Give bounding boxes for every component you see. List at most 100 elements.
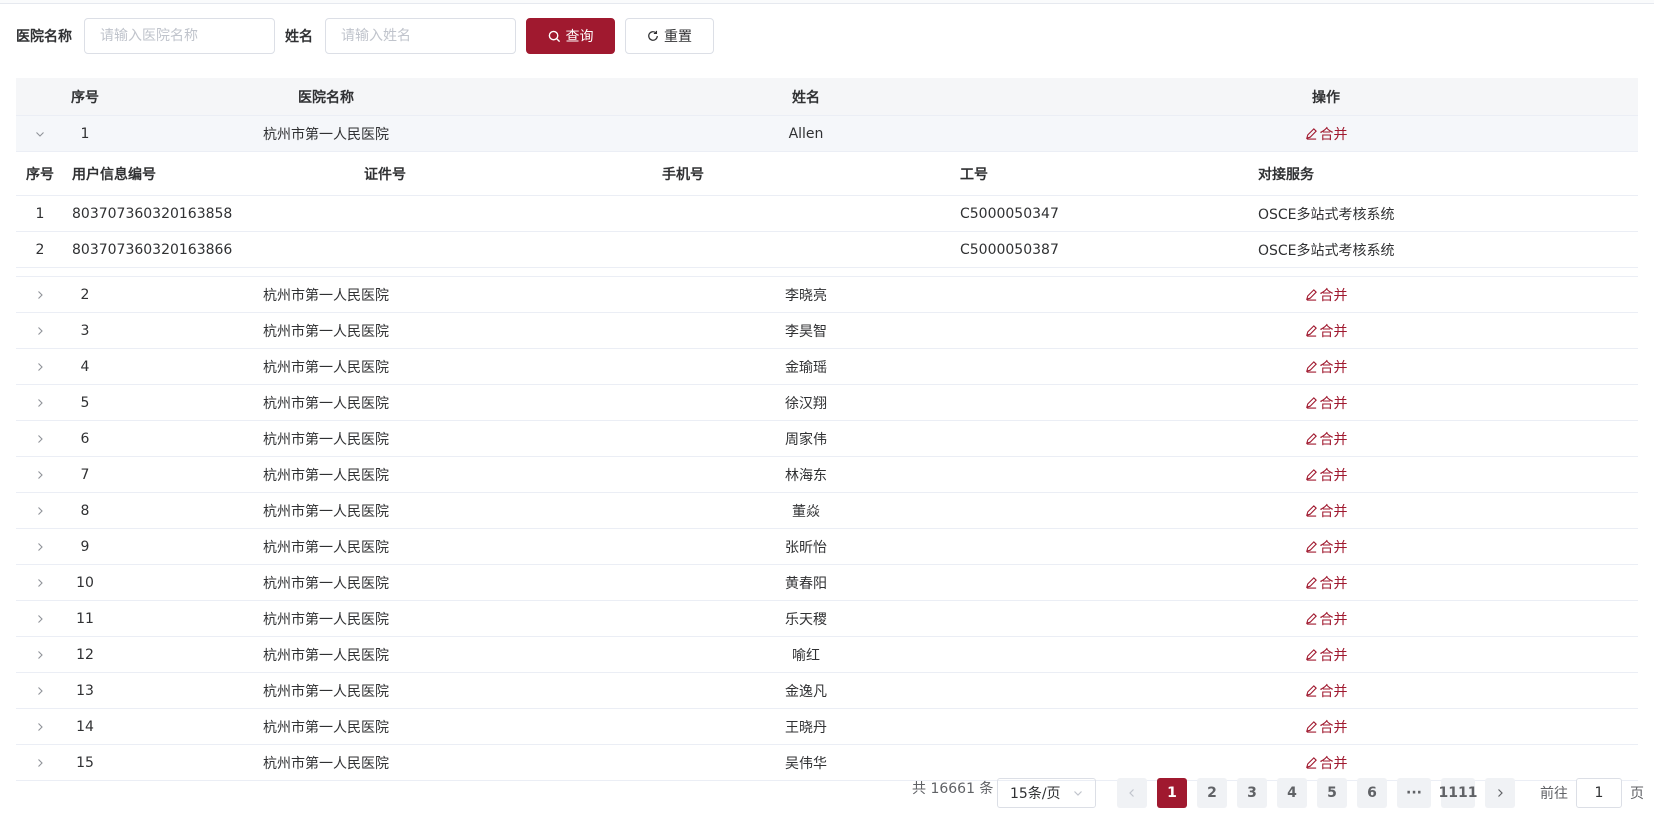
hospital-user-table: 序号 医院名称 姓名 操作 1 杭州市第一人民医院 Allen 合并 序号 用户信息编号证… — [16, 78, 1638, 781]
row-hospital: 杭州市第一人民医院 — [263, 503, 389, 520]
row-name: 周家伟 — [785, 431, 827, 448]
chevron-right-icon — [38, 398, 43, 407]
merge-label: 合并 — [1319, 467, 1348, 484]
table-row: 14 杭州市第一人民医院 王晓丹 合并 — [16, 709, 1638, 745]
merge-label: 合并 — [1319, 359, 1348, 376]
expand-toggle[interactable] — [16, 650, 64, 660]
detail-header-service: 对接服务 — [1258, 166, 1314, 183]
table-body: 1 杭州市第一人民医院 Allen 合并 序号 用户信息编号 证件号 手机号 工号 对接服务 1 80… — [16, 116, 1638, 781]
merge-link[interactable]: 合并 — [1305, 573, 1348, 593]
action-header: 操作 — [1312, 89, 1340, 106]
name-input[interactable] — [325, 18, 516, 54]
chevron-right-icon — [38, 470, 43, 479]
row-action: 合并 — [1066, 357, 1586, 377]
prev-page-button[interactable] — [1117, 778, 1147, 808]
row-index: 7 — [80, 466, 90, 483]
table-row: 11 杭州市第一人民医院 乐天稷 合并 — [16, 601, 1638, 637]
merge-label: 合并 — [1319, 323, 1348, 340]
table-row: 1 杭州市第一人民医院 Allen 合并 — [16, 116, 1638, 152]
detail-user-id: 803707360320163866 — [72, 241, 233, 258]
edit-icon — [1305, 541, 1317, 553]
index-header: 序号 — [71, 89, 99, 106]
row-action: 合并 — [1066, 393, 1586, 413]
hospital-input[interactable] — [84, 18, 275, 54]
chevron-right-icon — [38, 578, 43, 587]
merge-link[interactable]: 合并 — [1305, 124, 1348, 144]
edit-icon — [1305, 577, 1317, 589]
next-page-button[interactable] — [1485, 778, 1515, 808]
expand-toggle[interactable] — [16, 398, 64, 408]
expand-toggle[interactable] — [16, 434, 64, 444]
expand-toggle[interactable] — [16, 578, 64, 588]
page-button[interactable]: 1 — [1157, 778, 1187, 808]
edit-icon — [1305, 361, 1317, 373]
merge-link[interactable]: 合并 — [1305, 717, 1348, 737]
merge-link[interactable]: 合并 — [1305, 357, 1348, 377]
expand-toggle[interactable] — [16, 758, 64, 768]
merge-label: 合并 — [1319, 431, 1348, 448]
merge-label: 合并 — [1319, 503, 1348, 520]
page-size-select[interactable]: 15条/页 — [997, 778, 1096, 808]
merge-link[interactable]: 合并 — [1305, 285, 1348, 305]
detail-service: OSCE多站式考核系统 — [1258, 206, 1395, 223]
edit-icon — [1305, 757, 1317, 769]
row-action: 合并 — [1066, 681, 1586, 701]
row-hospital: 杭州市第一人民医院 — [263, 647, 389, 664]
page-button[interactable]: 5 — [1317, 778, 1347, 808]
detail-header: 序号 用户信息编号 证件号 手机号 工号 对接服务 — [16, 152, 1638, 196]
expand-toggle[interactable] — [16, 686, 64, 696]
merge-link[interactable]: 合并 — [1305, 321, 1348, 341]
expand-toggle[interactable] — [16, 506, 64, 516]
reset-label: 重置 — [664, 29, 692, 45]
merge-link[interactable]: 合并 — [1305, 465, 1348, 485]
last-page-button[interactable]: 1111 — [1439, 778, 1477, 808]
detail-work-id: C5000050347 — [960, 205, 1059, 222]
expand-toggle[interactable] — [16, 326, 64, 336]
expand-toggle[interactable] — [16, 614, 64, 624]
table-row: 5 杭州市第一人民医院 徐汉翔 合并 — [16, 385, 1638, 421]
row-name: 喻红 — [792, 647, 820, 664]
row-name: Allen — [788, 125, 824, 142]
table-row: 9 杭州市第一人民医院 张昕怡 合并 — [16, 529, 1638, 565]
row-index: 11 — [76, 610, 94, 627]
expand-toggle[interactable] — [16, 722, 64, 732]
row-hospital: 杭州市第一人民医院 — [263, 683, 389, 700]
edit-icon — [1305, 505, 1317, 517]
detail-header-cert: 证件号 — [364, 166, 406, 183]
merge-link[interactable]: 合并 — [1305, 501, 1348, 521]
page-button[interactable]: 4 — [1277, 778, 1307, 808]
row-index: 1 — [80, 125, 90, 142]
merge-link[interactable]: 合并 — [1305, 753, 1348, 773]
edit-icon — [1305, 685, 1317, 697]
page-suffix: 页 — [1630, 786, 1644, 802]
row-hospital: 杭州市第一人民医院 — [263, 539, 389, 556]
merge-link[interactable]: 合并 — [1305, 429, 1348, 449]
goto-input[interactable] — [1576, 778, 1622, 808]
edit-icon — [1305, 289, 1317, 301]
page-button[interactable]: 6 — [1357, 778, 1387, 808]
page-button[interactable]: 2 — [1197, 778, 1227, 808]
merge-link[interactable]: 合并 — [1305, 681, 1348, 701]
row-name: 金逸凡 — [785, 683, 827, 700]
expand-toggle[interactable] — [16, 542, 64, 552]
row-index: 2 — [80, 286, 90, 303]
query-button[interactable]: 查询 — [526, 18, 615, 54]
expand-toggle[interactable] — [16, 470, 64, 480]
merge-link[interactable]: 合并 — [1305, 645, 1348, 665]
detail-header-index: 序号 — [26, 166, 54, 183]
edit-icon — [1305, 325, 1317, 337]
page-button[interactable]: 3 — [1237, 778, 1267, 808]
more-pages-button[interactable]: ··· — [1397, 778, 1431, 808]
expand-toggle[interactable] — [16, 362, 64, 372]
merge-link[interactable]: 合并 — [1305, 393, 1348, 413]
table-row: 6 杭州市第一人民医院 周家伟 合并 — [16, 421, 1638, 457]
page-size-value: 15条/页 — [1010, 786, 1061, 802]
expand-toggle[interactable] — [16, 129, 64, 139]
table-row: 7 杭州市第一人民医院 林海东 合并 — [16, 457, 1638, 493]
merge-link[interactable]: 合并 — [1305, 537, 1348, 557]
reset-button[interactable]: 重置 — [625, 18, 714, 54]
merge-link[interactable]: 合并 — [1305, 609, 1348, 629]
row-name: 林海东 — [785, 467, 827, 484]
expand-toggle[interactable] — [16, 290, 64, 300]
edit-icon — [1305, 721, 1317, 733]
